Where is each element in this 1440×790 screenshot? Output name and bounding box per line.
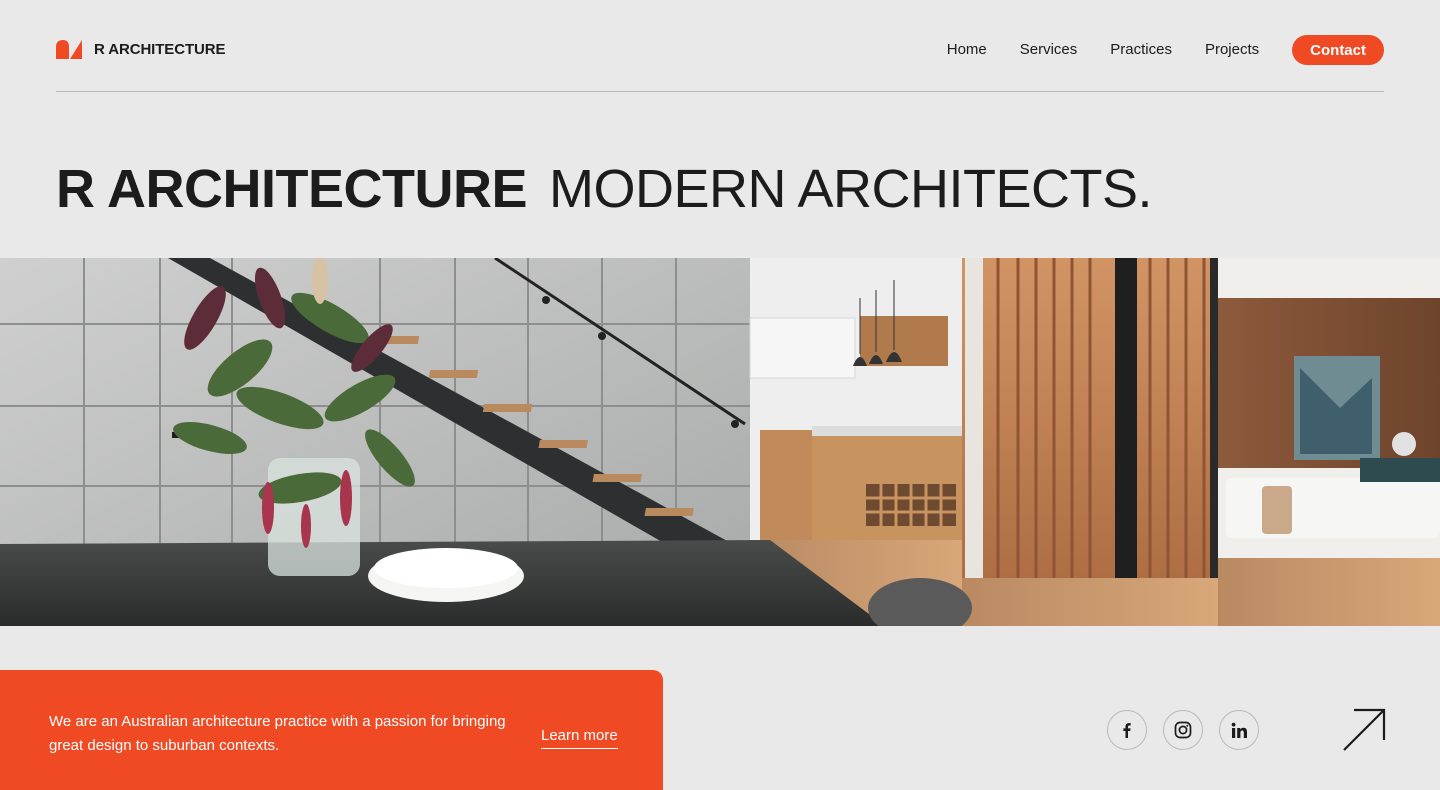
brand[interactable]: R ARCHITECTURE xyxy=(56,40,225,59)
brand-name: R ARCHITECTURE xyxy=(94,41,226,58)
arrow-up-right-button[interactable] xyxy=(1342,708,1386,752)
main-nav: Home Services Practices Projects Contact xyxy=(947,35,1384,65)
hero-image xyxy=(0,258,1440,626)
interior-photo xyxy=(0,258,1440,626)
linkedin-icon xyxy=(1231,722,1247,738)
nav-services-link[interactable]: Services xyxy=(1020,35,1078,65)
about-text: We are an Australian architecture practi… xyxy=(49,713,506,754)
nav-home-link[interactable]: Home xyxy=(947,35,987,65)
hero-title-bold: R ARCHITECTURE xyxy=(56,159,527,219)
facebook-button[interactable] xyxy=(1107,710,1147,750)
nav-projects-link[interactable]: Projects xyxy=(1205,35,1259,65)
about-card: We are an Australian architecture practi… xyxy=(0,670,663,790)
hero-title-light: MODERN ARCHITECTS. xyxy=(548,159,1153,219)
social-links xyxy=(1107,710,1275,750)
instagram-icon xyxy=(1174,721,1192,739)
nav-practices-link[interactable]: Practices xyxy=(1110,35,1172,65)
hero-title: R ARCHITECTURE MODERN ARCHITECTS. xyxy=(56,158,1153,220)
arrow-up-right-icon xyxy=(1343,708,1386,751)
instagram-button[interactable] xyxy=(1163,710,1203,750)
facebook-icon xyxy=(1123,723,1131,738)
contact-button[interactable]: Contact xyxy=(1292,35,1384,65)
site-header: R ARCHITECTURE Home Services Practices P… xyxy=(56,0,1384,92)
linkedin-button[interactable] xyxy=(1219,710,1259,750)
brand-mark-icon xyxy=(56,40,82,59)
learn-more-link[interactable]: Learn more xyxy=(541,726,618,749)
